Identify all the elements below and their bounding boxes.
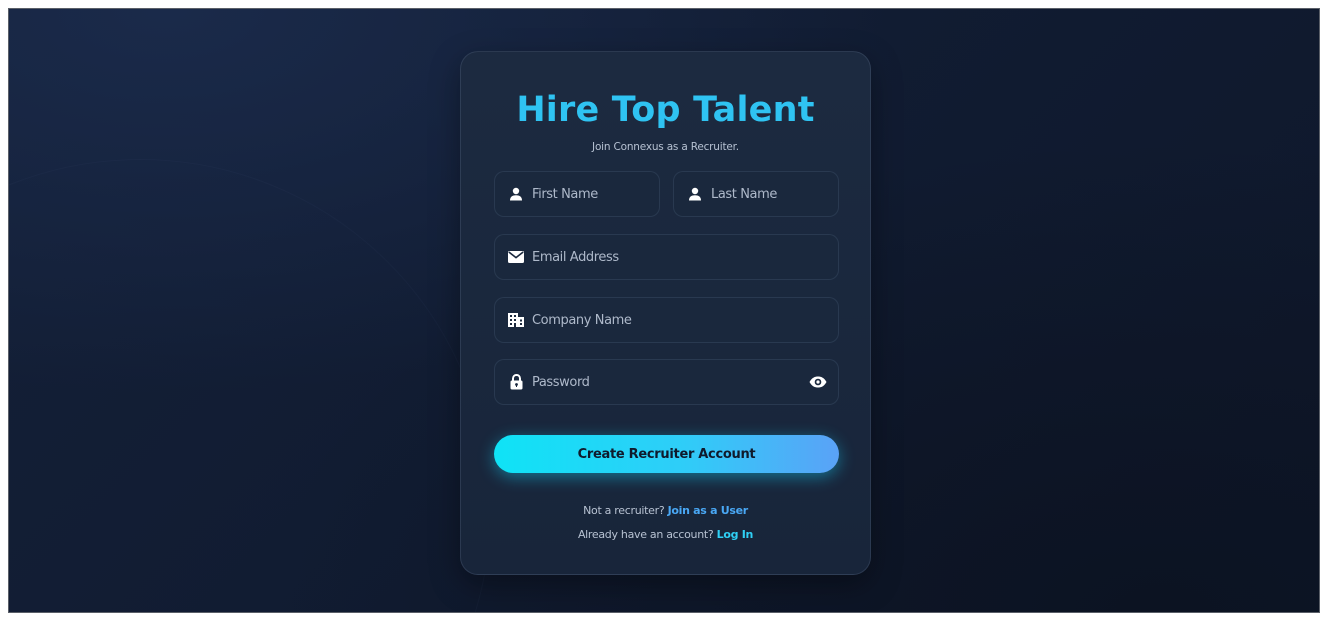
create-recruiter-account-button[interactable]: Create Recruiter Account (494, 435, 839, 473)
last-name-input[interactable] (711, 172, 825, 216)
page-title: Hire Top Talent (516, 90, 815, 130)
login-line: Already have an account? Log In (461, 528, 870, 541)
join-as-user-link[interactable]: Join as a User (668, 504, 749, 517)
user-icon (687, 186, 703, 202)
email-field[interactable] (494, 234, 839, 280)
password-field[interactable] (494, 359, 839, 405)
join-user-line: Not a recruiter? Join as a User (461, 504, 870, 517)
first-name-field[interactable] (494, 171, 660, 217)
recruiter-signup-card: Hire Top Talent Join Connexus as a Recru… (460, 51, 871, 575)
company-input[interactable] (532, 298, 825, 342)
company-field[interactable] (494, 297, 839, 343)
page-subtitle: Join Connexus as a Recruiter. (592, 141, 739, 153)
eye-icon[interactable] (808, 374, 828, 390)
first-name-input[interactable] (532, 172, 646, 216)
last-name-field[interactable] (673, 171, 839, 217)
log-in-link[interactable]: Log In (717, 528, 754, 541)
page-background: Hire Top Talent Join Connexus as a Recru… (8, 8, 1320, 613)
envelope-icon (508, 249, 524, 265)
lock-icon (508, 374, 524, 390)
user-icon (508, 186, 524, 202)
password-input[interactable] (532, 360, 825, 404)
building-icon (508, 312, 524, 328)
not-recruiter-text: Not a recruiter? (583, 504, 665, 517)
have-account-text: Already have an account? (577, 528, 714, 541)
email-input[interactable] (532, 235, 825, 279)
